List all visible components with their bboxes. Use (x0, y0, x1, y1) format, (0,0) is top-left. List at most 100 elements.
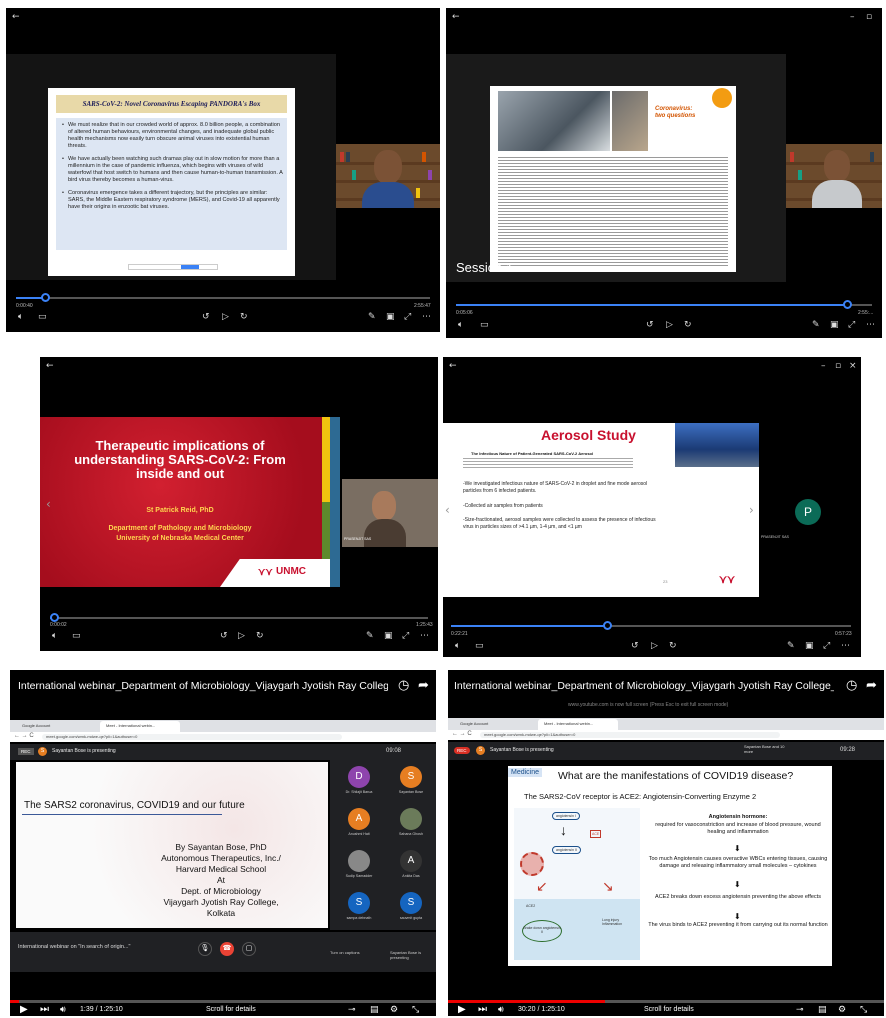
autoplay-toggle-icon[interactable]: ⊸ (348, 1005, 356, 1015)
nav-back-icon[interactable]: ← → C (14, 733, 34, 739)
camera-icon[interactable]: ▢ (242, 942, 256, 956)
more-icon[interactable]: ⋯ (422, 312, 431, 322)
tab-meet[interactable]: Meet - International webin... (538, 719, 618, 730)
next-slide-icon[interactable]: › (749, 503, 754, 517)
progress-handle[interactable] (603, 621, 612, 630)
scroll-label[interactable]: Scroll for details (206, 1006, 256, 1013)
settings-icon[interactable]: ⚙ (390, 1005, 398, 1015)
exit-fullscreen-icon[interactable]: ⤡ (412, 1005, 419, 1015)
captions-icon[interactable]: ▭ (480, 320, 489, 330)
captions-icon[interactable]: ▭ (72, 631, 81, 641)
participant-name-6: Ankita Das (402, 874, 420, 878)
progress-handle[interactable] (40, 293, 50, 302)
back-arrow-icon[interactable]: ← (449, 361, 457, 371)
scroll-label[interactable]: Scroll for details (644, 1006, 694, 1013)
pen-icon[interactable]: ✎ (366, 631, 374, 641)
miniplayer-icon[interactable]: ▣ (386, 312, 395, 322)
tab-google-account[interactable]: Google Account (22, 723, 50, 728)
tab-google-account[interactable]: Google Account (460, 721, 488, 726)
miniplayer-icon[interactable]: ▣ (805, 641, 814, 651)
more-icon[interactable]: ⋯ (841, 641, 850, 651)
subtitles-icon[interactable]: ▤ (818, 1005, 827, 1015)
participant-name-4: Sahana Ghosh (399, 832, 423, 836)
progress-bar[interactable] (49, 613, 428, 622)
previous-slide-icon[interactable]: ‹ (46, 497, 51, 511)
volume-icon[interactable]: 🔈︎ (52, 631, 57, 641)
rewind-icon[interactable]: ↺ (202, 312, 210, 322)
settings-icon[interactable]: ⚙ (838, 1005, 846, 1015)
watch-later-icon[interactable]: ◷ (398, 678, 409, 693)
autoplay-toggle-icon[interactable]: ⊸ (796, 1005, 804, 1015)
forward-icon[interactable]: ↻ (669, 641, 677, 651)
fullscreen-icon[interactable]: ⤢ (402, 631, 409, 641)
ace2-breaks-text: ACE2 breaks down excess angiotensin prev… (655, 894, 821, 900)
play-icon[interactable]: ▷ (651, 641, 658, 651)
youtube-progress-bar[interactable] (10, 1000, 436, 1003)
next-icon[interactable]: ⏭︎ (40, 1004, 49, 1015)
medicine-tag: Medicine (508, 768, 543, 777)
fullscreen-icon[interactable]: ⤢ (823, 641, 830, 651)
miniplayer-icon[interactable]: ▣ (384, 631, 393, 641)
mic-icon[interactable]: 🎙︎ (198, 942, 212, 956)
pen-icon[interactable]: ✎ (787, 641, 795, 651)
forward-icon[interactable]: ↻ (684, 320, 692, 330)
more-icon[interactable]: ⋯ (866, 320, 875, 330)
share-icon[interactable]: ➦ (418, 678, 429, 693)
play-icon[interactable]: ▷ (666, 320, 673, 330)
back-arrow-icon[interactable]: ← (12, 12, 20, 22)
window-icon[interactable]: ▫ (866, 12, 872, 22)
window-icon[interactable]: ▫ (835, 361, 841, 371)
volume-icon[interactable]: 🔊︎ (60, 1005, 66, 1015)
back-arrow-icon[interactable]: ← (452, 12, 460, 22)
previous-slide-icon[interactable]: ‹ (445, 503, 450, 517)
diagram-label-3: angiotensin II (552, 846, 581, 854)
progress-bar[interactable] (16, 293, 430, 302)
watch-later-icon[interactable]: ◷ (846, 678, 857, 693)
participant-name-1: Dr. Shilajit Barua (345, 790, 373, 794)
next-icon[interactable]: ⏭︎ (478, 1004, 487, 1015)
miniplayer-icon[interactable]: ▣ (830, 320, 839, 330)
present-button[interactable]: Sayantan Bose is presenting (390, 950, 430, 960)
hangup-icon[interactable]: ☎︎ (220, 942, 234, 956)
volume-icon[interactable]: 🔈︎ (458, 320, 463, 330)
close-icon[interactable]: × (849, 361, 857, 371)
volume-icon[interactable]: 🔈︎ (455, 641, 460, 651)
forward-icon[interactable]: ↻ (256, 631, 264, 641)
more-icon[interactable]: ⋯ (420, 631, 429, 641)
minimize-icon[interactable]: – (850, 12, 855, 22)
speaker-face (824, 150, 850, 182)
fullscreen-icon[interactable]: ⤢ (404, 312, 411, 322)
play-icon[interactable]: ▶ (458, 1004, 466, 1015)
url-field[interactable]: meet.google.com/wmk-mdwe-qe?pli=1&authus… (480, 732, 780, 738)
url-field[interactable]: meet.google.com/wmk-mdwe-qe?pli=1&authus… (42, 734, 342, 740)
minimize-icon[interactable]: – (821, 361, 826, 371)
video-title: International webinar_Department of Micr… (454, 680, 834, 692)
nav-back-icon[interactable]: ← → C (452, 731, 472, 737)
fullscreen-icon[interactable]: ⤢ (848, 320, 855, 330)
subtitles-icon[interactable]: ▤ (370, 1005, 379, 1015)
play-icon[interactable]: ▶ (20, 1004, 28, 1015)
tab-meet[interactable]: Meet - International webin... (100, 721, 180, 732)
captions-icon[interactable]: ▭ (475, 641, 484, 651)
back-arrow-icon[interactable]: ← (46, 361, 54, 371)
progress-handle[interactable] (49, 613, 59, 622)
pen-icon[interactable]: ✎ (368, 312, 376, 322)
youtube-progress-bar[interactable] (448, 1000, 884, 1003)
share-icon[interactable]: ➦ (866, 678, 877, 693)
play-icon[interactable]: ▷ (222, 312, 229, 322)
progress-bar[interactable] (451, 621, 851, 630)
volume-icon[interactable]: 🔊︎ (498, 1005, 504, 1015)
progress-bar[interactable] (456, 300, 872, 309)
rewind-icon[interactable]: ↺ (220, 631, 228, 641)
captions-icon[interactable]: ▭ (38, 312, 47, 322)
rewind-icon[interactable]: ↺ (646, 320, 654, 330)
rewind-icon[interactable]: ↺ (631, 641, 639, 651)
play-icon[interactable]: ▷ (238, 631, 245, 641)
exit-fullscreen-icon[interactable]: ⤡ (860, 1005, 867, 1015)
volume-icon[interactable]: 🔈︎ (18, 312, 23, 322)
participant-tile-2: S (400, 766, 422, 788)
pen-icon[interactable]: ✎ (812, 320, 820, 330)
captions-button[interactable]: Turn on captions (330, 950, 360, 955)
progress-handle[interactable] (843, 300, 853, 309)
forward-icon[interactable]: ↻ (240, 312, 248, 322)
